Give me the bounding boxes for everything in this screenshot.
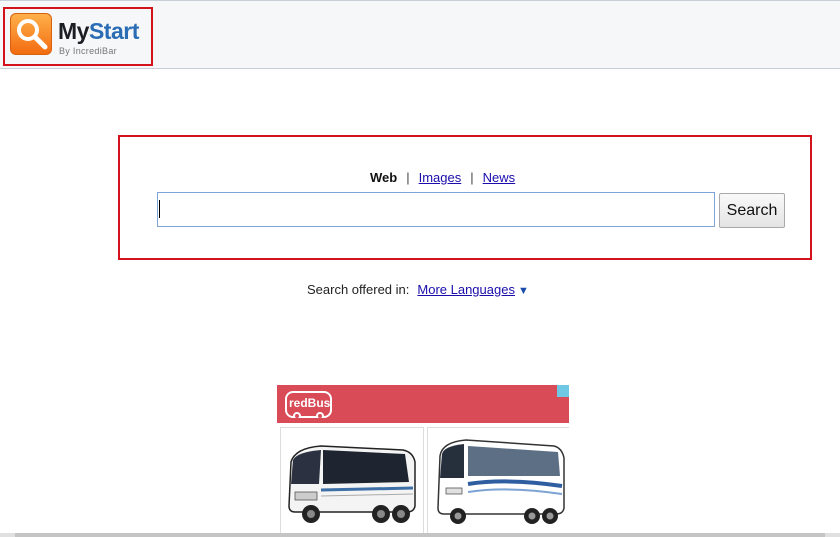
bus-image-1[interactable] <box>280 427 424 537</box>
logo-wordmark: MyStart <box>58 19 139 43</box>
tab-separator: | <box>470 170 474 185</box>
mystart-logo[interactable]: MyStart By IncrediBar <box>3 7 153 66</box>
text-caret <box>159 200 160 218</box>
tab-news[interactable]: News <box>483 170 516 185</box>
tab-separator: | <box>406 170 410 185</box>
advertisement[interactable]: redBus <box>277 385 569 537</box>
logo-my: My <box>58 18 89 44</box>
logo-subtitle: By IncrediBar <box>59 46 117 56</box>
language-prefix: Search offered in: <box>307 282 410 297</box>
header-bar: MyStart By IncrediBar <box>0 0 840 69</box>
adchoices-icon[interactable] <box>557 385 569 397</box>
redbus-logo: redBus <box>285 391 332 418</box>
bus-image-2[interactable] <box>427 427 569 537</box>
logo-start: Start <box>88 18 139 44</box>
search-button[interactable]: Search <box>719 193 785 228</box>
tab-web[interactable]: Web <box>370 170 397 185</box>
search-input[interactable] <box>157 192 715 227</box>
more-languages-link[interactable]: More Languages <box>417 282 515 297</box>
magnifier-icon <box>10 13 52 55</box>
search-tabs: Web | Images | News <box>370 170 515 185</box>
language-row: Search offered in: More Languages ▼ <box>307 282 529 297</box>
dropdown-arrow-icon[interactable]: ▼ <box>518 285 529 297</box>
tab-images[interactable]: Images <box>419 170 462 185</box>
ad-banner[interactable]: redBus <box>277 385 569 423</box>
horizontal-scrollbar-thumb[interactable] <box>15 533 825 537</box>
